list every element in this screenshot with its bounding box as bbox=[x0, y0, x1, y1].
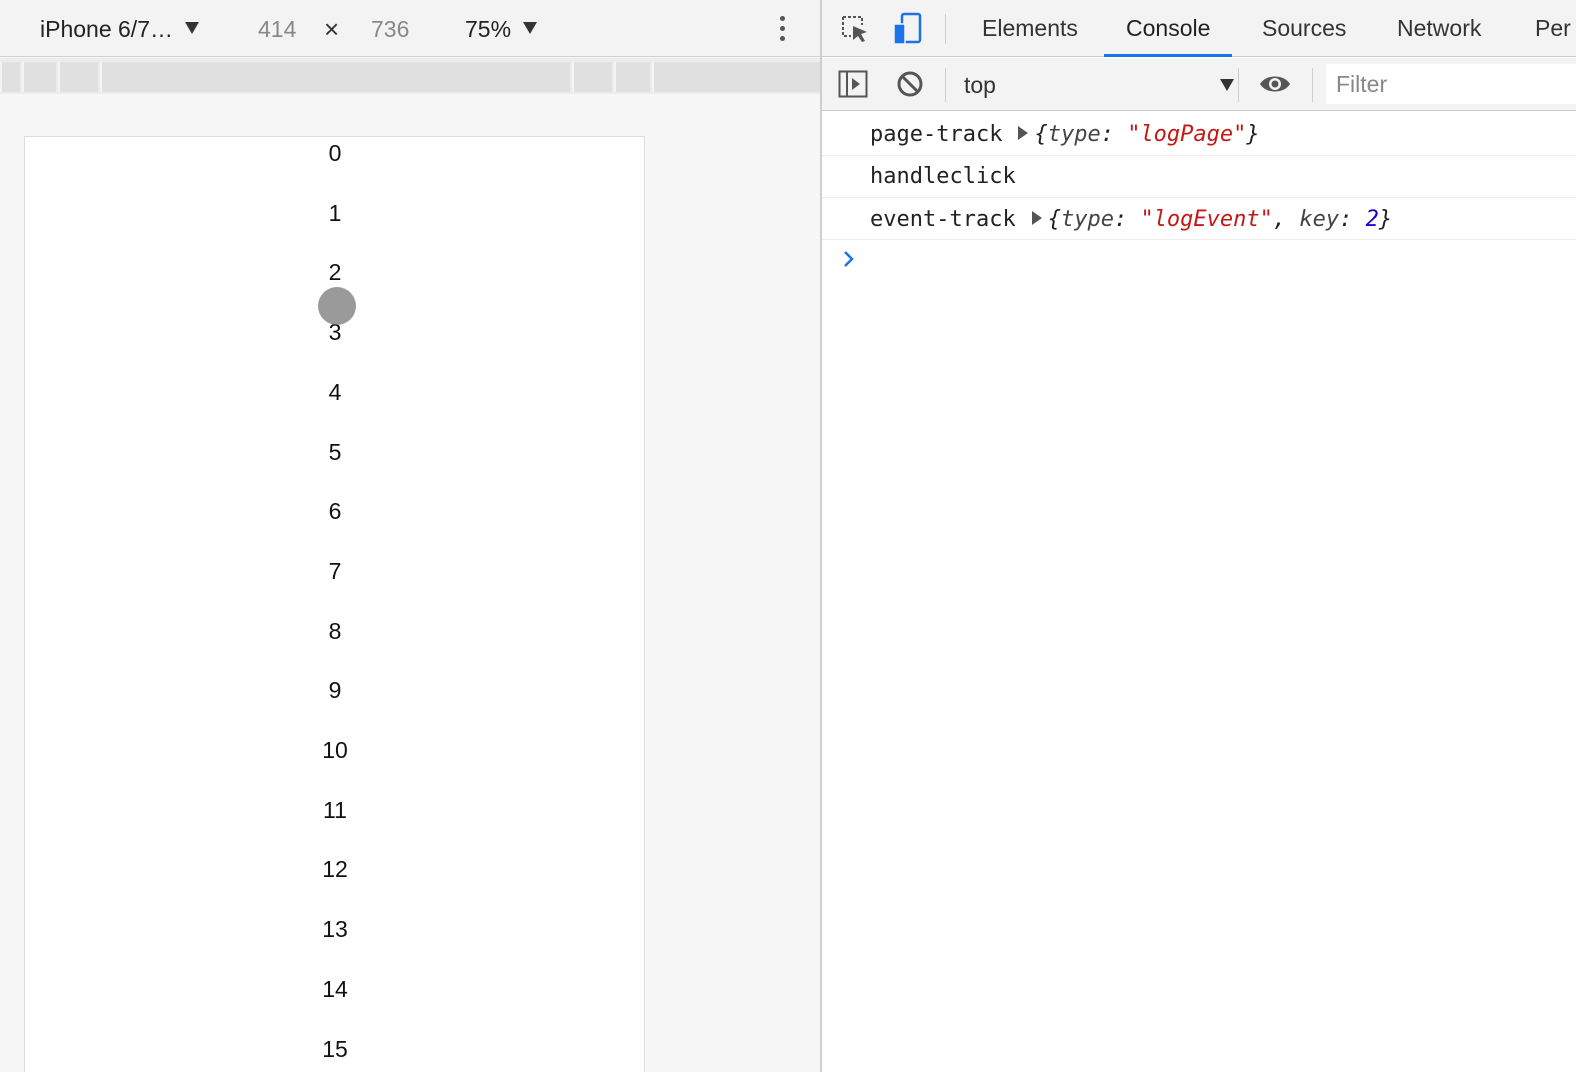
toolbar-separator bbox=[945, 14, 946, 44]
height-input[interactable]: 736 bbox=[371, 15, 409, 43]
ruler-segment[interactable] bbox=[0, 62, 20, 92]
clear-console-icon[interactable] bbox=[896, 70, 924, 98]
ruler-segment[interactable] bbox=[572, 62, 612, 92]
console-message: event-track {type: "logEvent", key: 2} bbox=[822, 198, 1576, 240]
zoom-select[interactable]: 75% bbox=[465, 15, 538, 43]
device-dropdown-icon bbox=[185, 22, 200, 34]
device-emulation-pane: iPhone 6/7… 414 × 736 75% 0 1 2 3 4 5 6 7 8 9 10 11… bbox=[0, 0, 820, 1072]
ruler-segment[interactable] bbox=[58, 62, 98, 92]
list-item[interactable]: 15 bbox=[25, 1035, 645, 1063]
width-input[interactable]: 414 bbox=[258, 15, 296, 43]
tab-network[interactable]: Network bbox=[1375, 0, 1503, 57]
device-select[interactable]: iPhone 6/7… bbox=[40, 15, 200, 43]
device-toolbar-toggle-icon[interactable] bbox=[892, 12, 924, 46]
tab-console[interactable]: Console bbox=[1104, 0, 1233, 57]
toolbar-separator bbox=[945, 68, 946, 102]
ruler-segment[interactable] bbox=[100, 62, 570, 92]
devtools-panel: ElementsConsoleSourcesNetworkPer top pag… bbox=[822, 0, 1576, 1072]
logged-object[interactable]: {type: "logPage"} bbox=[1034, 122, 1259, 147]
list-item[interactable]: 6 bbox=[25, 497, 645, 525]
list-item[interactable]: 7 bbox=[25, 557, 645, 585]
devtools-tabbar: Elements Console Sources Network Per bbox=[822, 0, 1576, 57]
more-options-icon[interactable] bbox=[778, 16, 788, 46]
device-name: iPhone 6/7… bbox=[40, 16, 173, 42]
log-text: event-track bbox=[870, 207, 1016, 232]
console-filter-input[interactable] bbox=[1326, 64, 1576, 104]
list-item[interactable]: 11 bbox=[25, 796, 645, 824]
list-item[interactable]: 0 bbox=[25, 139, 645, 167]
zoom-value: 75% bbox=[465, 16, 512, 42]
ruler-segment[interactable] bbox=[614, 62, 650, 92]
list-item[interactable]: 10 bbox=[25, 736, 645, 764]
tab-elements[interactable]: Elements bbox=[960, 0, 1100, 57]
media-query-ruler[interactable] bbox=[0, 58, 820, 94]
list-item[interactable]: 5 bbox=[25, 438, 645, 466]
show-sidebar-icon[interactable] bbox=[838, 70, 868, 98]
times-icon: × bbox=[324, 14, 340, 44]
ruler-segment[interactable] bbox=[652, 62, 820, 92]
list-item[interactable]: 9 bbox=[25, 676, 645, 704]
list-item[interactable]: 14 bbox=[25, 975, 645, 1003]
device-toolbar: iPhone 6/7… 414 × 736 75% bbox=[0, 0, 820, 57]
zoom-dropdown-icon bbox=[523, 22, 538, 34]
context-dropdown-icon bbox=[1220, 79, 1234, 91]
tab-per[interactable]: Per bbox=[1513, 0, 1576, 57]
list-item[interactable]: 8 bbox=[25, 617, 645, 645]
list-item[interactable]: 2 bbox=[25, 258, 645, 286]
context-value: top bbox=[964, 72, 996, 98]
console-prompt-icon[interactable] bbox=[840, 248, 858, 270]
emulated-viewport[interactable]: 0 1 2 3 4 5 6 7 8 9 10 11 12 13 14 15 bbox=[24, 136, 645, 1072]
logged-object[interactable]: {type: "logEvent", key: 2} bbox=[1048, 207, 1392, 232]
console-messages: page-track {type: "logPage"} handleclick … bbox=[822, 112, 1576, 240]
console-message: handleclick bbox=[822, 156, 1576, 198]
ruler-segment[interactable] bbox=[22, 62, 56, 92]
toolbar-separator bbox=[1238, 68, 1239, 102]
expand-triangle-icon[interactable] bbox=[1018, 126, 1029, 140]
execution-context-select[interactable]: top bbox=[964, 68, 1236, 102]
touch-cursor-indicator bbox=[318, 287, 356, 325]
tab-sources[interactable]: Sources bbox=[1240, 0, 1368, 57]
list-item[interactable]: 4 bbox=[25, 378, 645, 406]
expand-triangle-icon[interactable] bbox=[1031, 211, 1042, 225]
log-text: handleclick bbox=[870, 164, 1016, 189]
log-text: page-track bbox=[870, 122, 1003, 147]
console-message: page-track {type: "logPage"} bbox=[822, 112, 1576, 156]
list-item[interactable]: 13 bbox=[25, 915, 645, 943]
console-toolbar: top bbox=[822, 58, 1576, 111]
toolbar-separator bbox=[1312, 68, 1313, 102]
live-expression-eye-icon[interactable] bbox=[1258, 72, 1292, 96]
list-item[interactable]: 1 bbox=[25, 199, 645, 227]
inspect-element-icon[interactable] bbox=[840, 14, 870, 44]
list-item[interactable]: 12 bbox=[25, 855, 645, 883]
